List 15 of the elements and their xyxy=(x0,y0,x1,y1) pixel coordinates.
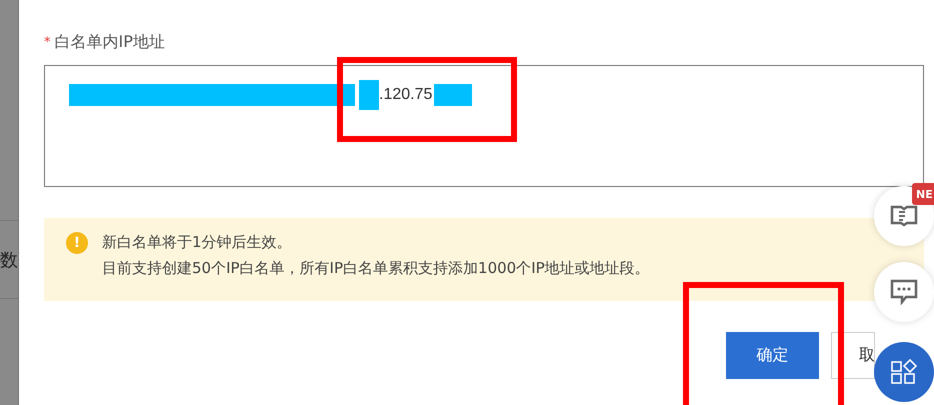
confirm-button[interactable]: 确定 xyxy=(726,332,819,379)
notice-text: 目前支持创建50个IP白名单，所有IP白名单累积支持添加1000个IP地址或地址段。 xyxy=(102,258,650,278)
notice-text: 新白名单将于1分钟后生效。 xyxy=(102,232,293,252)
ip-textarea[interactable]: .120.75 xyxy=(44,65,924,187)
redaction-mark xyxy=(434,84,472,106)
required-mark: * xyxy=(44,34,50,50)
chat-icon xyxy=(890,279,918,305)
field-label: 白名单内IP地址 xyxy=(54,32,165,52)
new-badge: NE xyxy=(912,183,934,205)
redaction-mark xyxy=(359,80,379,110)
warning-icon: ! xyxy=(66,232,88,254)
apps-icon xyxy=(891,359,917,385)
background-text: 数 xyxy=(0,221,18,299)
ip-value: .120.75 xyxy=(379,86,432,104)
book-icon xyxy=(890,204,918,228)
